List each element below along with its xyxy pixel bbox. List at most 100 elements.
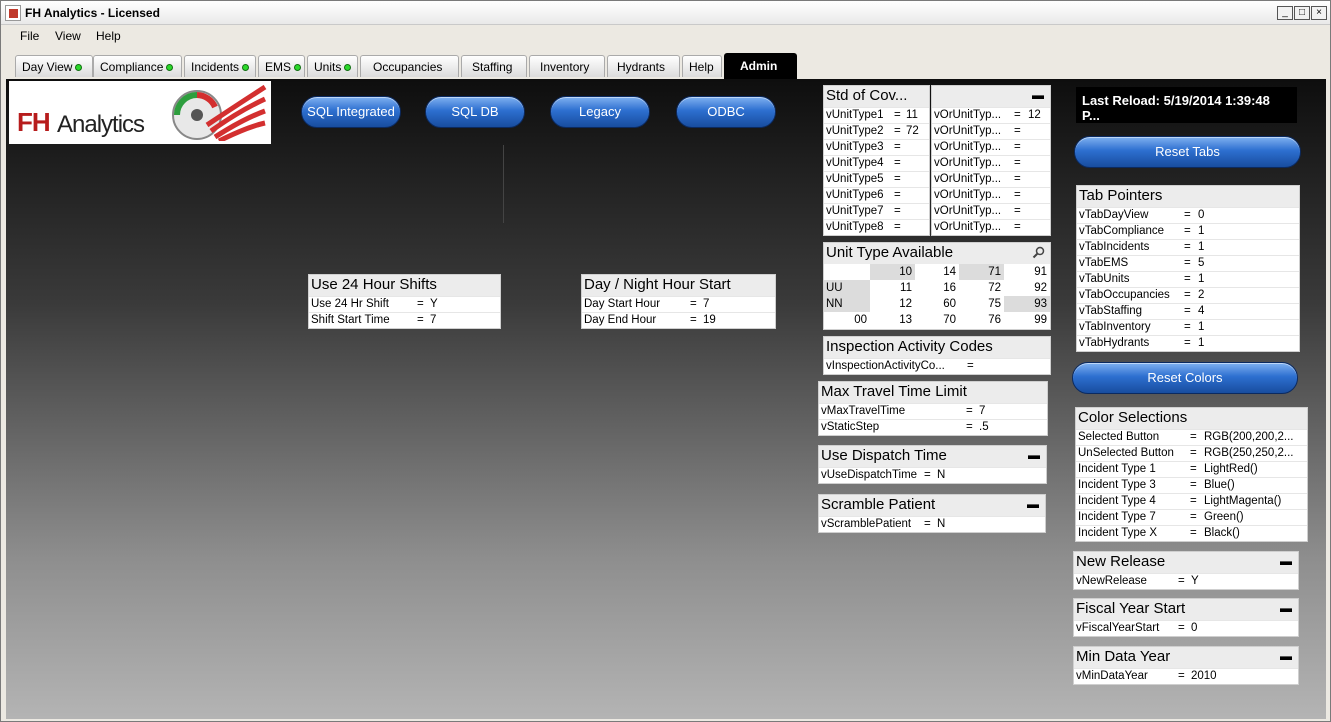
table-row[interactable]: vTabEMS = 5 — [1077, 255, 1299, 271]
table-row[interactable]: vUnitType7 = — [824, 203, 929, 219]
reset-tabs-button[interactable]: Reset Tabs — [1074, 136, 1301, 168]
table-row[interactable]: vTabCompliance = 1 — [1077, 223, 1299, 239]
table-row[interactable]: Incident Type 3 = Blue() — [1076, 477, 1307, 493]
table-row[interactable]: vUnitType3 = — [824, 139, 929, 155]
minimize-icon[interactable]: ▬ — [1027, 497, 1039, 511]
grid-cell[interactable]: 12 — [870, 296, 915, 312]
grid-cell[interactable]: 13 — [870, 312, 915, 328]
grid-cell[interactable]: 92 — [1004, 280, 1050, 296]
table-row[interactable]: vUnitType2 = 72 — [824, 123, 929, 139]
grid-cell[interactable]: 16 — [915, 280, 959, 296]
menu-file[interactable]: File — [20, 29, 39, 43]
row-eq: = — [894, 205, 901, 217]
grid-cell[interactable]: UU — [824, 280, 870, 296]
table-row[interactable]: vTabDayView = 0 — [1077, 207, 1299, 223]
table-row[interactable]: Shift Start Time = 7 — [309, 312, 500, 328]
sql-db-button[interactable]: SQL DB — [425, 96, 525, 128]
grid-cell[interactable]: 75 — [959, 296, 1004, 312]
close-button[interactable]: × — [1311, 6, 1327, 20]
tab-inventory[interactable]: Inventory — [529, 55, 605, 77]
table-row[interactable]: vStaticStep = .5 — [819, 419, 1047, 435]
table-row[interactable]: vUnitType5 = — [824, 171, 929, 187]
app-icon[interactable] — [5, 5, 21, 21]
grid-cell[interactable]: 70 — [915, 312, 959, 328]
grid-cell[interactable]: NN — [824, 296, 870, 312]
maximize-button[interactable]: □ — [1294, 6, 1310, 20]
tab-hydrants[interactable]: Hydrants — [607, 55, 680, 77]
table-row[interactable]: vTabIncidents = 1 — [1077, 239, 1299, 255]
table-row[interactable]: vTabOccupancies = 2 — [1077, 287, 1299, 303]
odbc-button[interactable]: ODBC — [676, 96, 776, 128]
search-icon[interactable] — [1032, 246, 1045, 259]
table-row[interactable]: Selected Button = RGB(200,200,2... — [1076, 429, 1307, 445]
grid-cell[interactable]: 14 — [915, 264, 959, 280]
row-key: Incident Type 7 — [1078, 511, 1156, 523]
table-row[interactable]: Day End Hour = 19 — [582, 312, 775, 328]
table-row[interactable]: vMinDataYear = 2010 — [1074, 668, 1298, 684]
grid-cell[interactable]: 11 — [870, 280, 915, 296]
table-row[interactable]: vOrUnitTyp... = — [932, 155, 1050, 171]
table-row[interactable]: vOrUnitTyp... = — [932, 219, 1050, 235]
grid-cell[interactable]: 76 — [959, 312, 1004, 328]
menu-view[interactable]: View — [55, 29, 81, 43]
grid-cell[interactable]: 91 — [1004, 264, 1050, 280]
table-row[interactable]: Incident Type 4 = LightMagenta() — [1076, 493, 1307, 509]
table-row[interactable]: vUnitType4 = — [824, 155, 929, 171]
tab-units[interactable]: Units — [307, 55, 358, 77]
table-row[interactable]: vOrUnitTyp... = — [932, 123, 1050, 139]
table-row[interactable]: vOrUnitTyp... = — [932, 203, 1050, 219]
table-row[interactable]: UnSelected Button = RGB(250,250,2... — [1076, 445, 1307, 461]
minimize-icon[interactable]: ▬ — [1032, 88, 1044, 102]
table-row[interactable]: vNewRelease = Y — [1074, 573, 1298, 589]
table-row[interactable]: Incident Type 7 = Green() — [1076, 509, 1307, 525]
table-row[interactable]: vTabInventory = 1 — [1077, 319, 1299, 335]
minimize-icon[interactable]: ▬ — [1280, 649, 1292, 663]
table-row[interactable]: vInspectionActivityCo... = — [824, 358, 1050, 374]
menu-help[interactable]: Help — [96, 29, 121, 43]
row-key: Incident Type 1 — [1078, 463, 1156, 475]
grid-cell[interactable]: 00 — [824, 312, 870, 328]
table-row[interactable]: vTabUnits = 1 — [1077, 271, 1299, 287]
tab-occupancies[interactable]: Occupancies — [360, 55, 459, 77]
table-row[interactable]: vOrUnitTyp... = — [932, 171, 1050, 187]
minimize-icon[interactable]: ▬ — [1028, 448, 1040, 462]
tab-ems[interactable]: EMS — [258, 55, 305, 77]
row-eq: = — [690, 298, 697, 310]
tab-help[interactable]: Help — [682, 55, 722, 77]
tab-compliance[interactable]: Compliance — [93, 55, 182, 77]
tab-staffing[interactable]: Staffing — [461, 55, 527, 77]
table-row[interactable]: vTabHydrants = 1 — [1077, 335, 1299, 351]
minimize-button[interactable]: _ — [1277, 6, 1293, 20]
table-row[interactable]: vMaxTravelTime = 7 — [819, 403, 1047, 419]
row-value: LightMagenta() — [1204, 495, 1282, 507]
table-row[interactable]: Use 24 Hr Shift = Y — [309, 296, 500, 312]
table-row[interactable]: Incident Type 1 = LightRed() — [1076, 461, 1307, 477]
tab-admin[interactable]: Admin — [724, 53, 797, 79]
table-row[interactable]: vOrUnitTyp... = 12 — [932, 107, 1050, 123]
sql-integrated-button[interactable]: SQL Integrated — [301, 96, 401, 128]
tab-incidents[interactable]: Incidents — [184, 55, 256, 77]
table-row[interactable]: vUnitType1 = 11 — [824, 107, 929, 123]
table-row[interactable]: vTabStaffing = 4 — [1077, 303, 1299, 319]
table-row[interactable]: Incident Type X = Black() — [1076, 525, 1307, 541]
table-row[interactable]: vUseDispatchTime = N — [819, 467, 1046, 483]
max-travel-time-limit-box: Max Travel Time Limit vMaxTravelTime = 7 v… — [818, 381, 1048, 436]
table-row[interactable]: vScramblePatient = N — [819, 516, 1045, 532]
table-row[interactable]: vUnitType8 = — [824, 219, 929, 235]
grid-cell[interactable]: 99 — [1004, 312, 1050, 328]
table-row[interactable]: vOrUnitTyp... = — [932, 187, 1050, 203]
table-row[interactable]: vFiscalYearStart = 0 — [1074, 620, 1298, 636]
tab-day-view[interactable]: Day View — [15, 55, 93, 77]
table-row[interactable]: vUnitType6 = — [824, 187, 929, 203]
minimize-icon[interactable]: ▬ — [1280, 554, 1292, 568]
table-row[interactable]: Day Start Hour = 7 — [582, 296, 775, 312]
grid-cell[interactable]: 93 — [1004, 296, 1050, 312]
table-row[interactable]: vOrUnitTyp... = — [932, 139, 1050, 155]
grid-cell[interactable]: 72 — [959, 280, 1004, 296]
minimize-icon[interactable]: ▬ — [1280, 601, 1292, 615]
grid-cell[interactable]: 60 — [915, 296, 959, 312]
reset-colors-button[interactable]: Reset Colors — [1072, 362, 1298, 394]
legacy-button[interactable]: Legacy — [550, 96, 650, 128]
grid-cell[interactable]: 71 — [959, 264, 1004, 280]
grid-cell[interactable]: 10 — [870, 264, 915, 280]
